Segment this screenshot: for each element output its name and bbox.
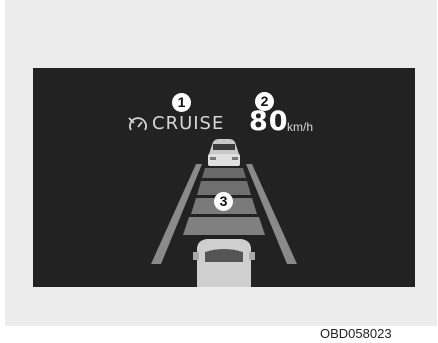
figure-frame: CRUISE 80 km/h 1 2 3 <box>5 0 437 326</box>
front-car-icon <box>208 139 240 166</box>
distance-level-bar <box>202 168 246 178</box>
cluster-display: CRUISE 80 km/h 1 2 3 <box>33 68 415 287</box>
callout-marker-1: 1 <box>172 93 191 112</box>
own-car-icon <box>193 239 255 287</box>
image-code: OBD058023 <box>320 326 392 341</box>
callout-marker-3: 3 <box>214 192 233 211</box>
distance-level-bar <box>183 217 265 235</box>
callout-marker-2: 2 <box>255 92 274 111</box>
vehicle-distance-graphic <box>151 139 297 287</box>
